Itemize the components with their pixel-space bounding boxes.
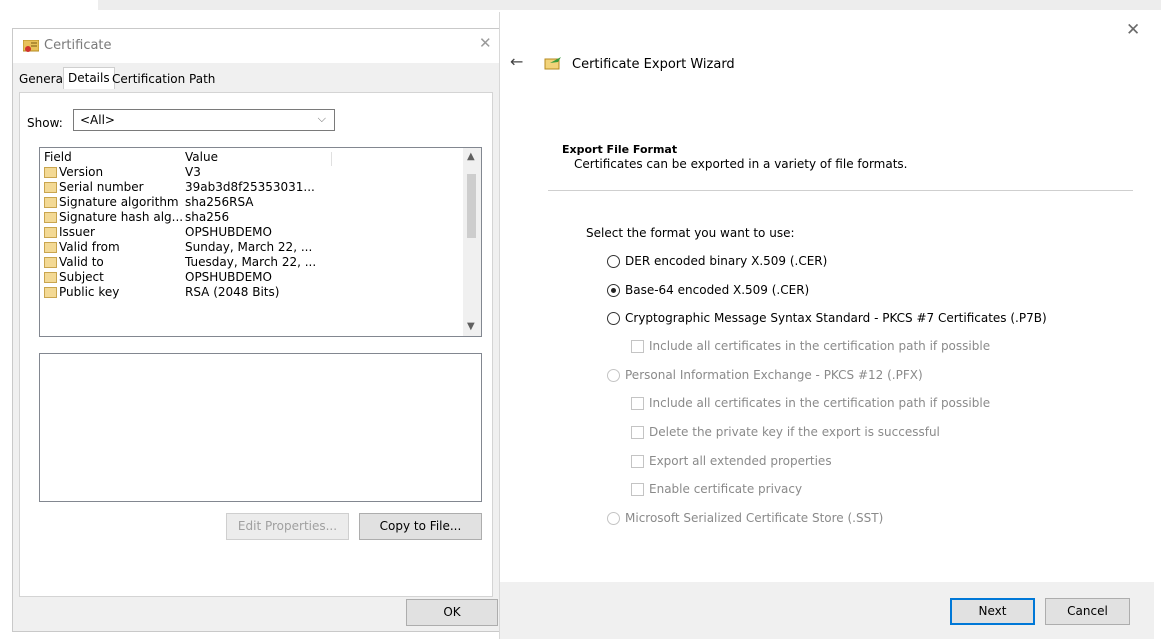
tab-general[interactable]: General bbox=[16, 70, 69, 88]
field-icon bbox=[44, 287, 57, 298]
option-pfx-label: Personal Information Exchange - PKCS #12… bbox=[625, 368, 923, 382]
field-icon bbox=[44, 257, 57, 268]
certificate-dialog: Certificate ✕ General Details Certificat… bbox=[12, 28, 500, 632]
radio-pfx bbox=[607, 369, 620, 382]
value-column-header[interactable]: Value bbox=[185, 150, 218, 164]
field-value: OPSHUBDEMO bbox=[185, 270, 272, 284]
field-icon bbox=[44, 197, 57, 208]
field-icon bbox=[44, 272, 57, 283]
option-pfx-privacy-label: Enable certificate privacy bbox=[649, 482, 803, 496]
certificate-titlebar: Certificate ✕ bbox=[13, 29, 499, 63]
wizard-footer: Next Cancel bbox=[500, 582, 1154, 639]
field-name: Public key bbox=[59, 285, 120, 299]
checkbox-pfx-delete-key bbox=[631, 426, 644, 439]
field-name: Signature algorithm bbox=[59, 195, 179, 209]
field-list-scrollbar[interactable]: ▲ ▼ bbox=[463, 148, 481, 336]
scroll-down-icon[interactable]: ▼ bbox=[467, 321, 475, 332]
export-wizard-icon bbox=[544, 57, 561, 70]
field-name: Valid from bbox=[59, 240, 120, 254]
edit-properties-button[interactable]: Edit Properties... bbox=[226, 513, 349, 540]
radio-pkcs7[interactable] bbox=[607, 312, 620, 325]
format-prompt: Select the format you want to use: bbox=[586, 226, 795, 240]
field-list-header: Field Value bbox=[40, 150, 462, 166]
checkbox-pfx-export-extended bbox=[631, 455, 644, 468]
scroll-thumb[interactable] bbox=[467, 174, 476, 238]
next-button[interactable]: Next bbox=[950, 598, 1035, 625]
field-value: 39ab3d8f25353031... bbox=[185, 180, 315, 194]
option-pkcs7-include-all-label: Include all certificates in the certific… bbox=[649, 339, 991, 353]
cancel-button[interactable]: Cancel bbox=[1045, 598, 1130, 625]
checkbox-pfx-privacy bbox=[631, 483, 644, 496]
field-value: V3 bbox=[185, 165, 201, 179]
show-label: Show: bbox=[27, 116, 63, 130]
table-row[interactable]: Serial number 39ab3d8f25353031... bbox=[40, 180, 462, 195]
option-base64-label[interactable]: Base-64 encoded X.509 (.CER) bbox=[625, 283, 809, 297]
option-der-label[interactable]: DER encoded binary X.509 (.CER) bbox=[625, 254, 827, 268]
close-icon[interactable]: ✕ bbox=[1126, 20, 1140, 40]
field-value: Sunday, March 22, ... bbox=[185, 240, 313, 254]
show-dropdown[interactable]: <All> ⌵ bbox=[73, 109, 335, 131]
table-row[interactable]: Signature algorithm sha256RSA bbox=[40, 195, 462, 210]
radio-der[interactable] bbox=[607, 255, 620, 268]
certificate-export-wizard: ✕ ← Certificate Export Wizard Export Fil… bbox=[499, 12, 1154, 639]
certificate-icon bbox=[23, 40, 39, 52]
tab-details[interactable]: Details bbox=[63, 67, 115, 89]
section-description: Certificates can be exported in a variet… bbox=[574, 157, 908, 171]
option-pkcs7-label[interactable]: Cryptographic Message Syntax Standard - … bbox=[625, 311, 1047, 325]
section-title: Export File Format bbox=[562, 143, 678, 156]
field-icon bbox=[44, 242, 57, 253]
field-icon bbox=[44, 227, 57, 238]
radio-base64[interactable] bbox=[607, 284, 620, 297]
table-row[interactable]: Valid to Tuesday, March 22, ... bbox=[40, 255, 462, 270]
background-strip bbox=[98, 0, 1161, 10]
field-name: Signature hash alg... bbox=[59, 210, 184, 224]
back-arrow-icon[interactable]: ← bbox=[510, 52, 523, 71]
certificate-title: Certificate bbox=[44, 38, 112, 53]
field-name: Serial number bbox=[59, 180, 144, 194]
section-divider bbox=[548, 190, 1133, 191]
table-row[interactable]: Subject OPSHUBDEMO bbox=[40, 270, 462, 285]
chevron-down-icon: ⌵ bbox=[317, 112, 326, 125]
copy-to-file-button[interactable]: Copy to File... bbox=[359, 513, 482, 540]
field-detail-box[interactable] bbox=[39, 353, 482, 502]
field-icon bbox=[44, 167, 57, 178]
table-row[interactable]: Issuer OPSHUBDEMO bbox=[40, 225, 462, 240]
checkbox-pkcs7-include-all bbox=[631, 340, 644, 353]
table-row[interactable]: Valid from Sunday, March 22, ... bbox=[40, 240, 462, 255]
field-column-header[interactable]: Field bbox=[44, 150, 72, 164]
field-value: sha256RSA bbox=[185, 195, 254, 209]
field-icon bbox=[44, 212, 57, 223]
radio-sst bbox=[607, 512, 620, 525]
field-icon bbox=[44, 182, 57, 193]
checkbox-pfx-include-all bbox=[631, 397, 644, 410]
field-value: sha256 bbox=[185, 210, 230, 224]
tab-bar: General Details Certification Path bbox=[13, 63, 499, 93]
option-pfx-delete-key-label: Delete the private key if the export is … bbox=[649, 425, 940, 439]
field-name: Valid to bbox=[59, 255, 104, 269]
field-value: RSA (2048 Bits) bbox=[185, 285, 280, 299]
ok-button[interactable]: OK bbox=[406, 599, 498, 626]
scroll-up-icon[interactable]: ▲ bbox=[467, 151, 475, 162]
option-pfx-export-extended-label: Export all extended properties bbox=[649, 454, 832, 468]
tab-certification-path[interactable]: Certification Path bbox=[109, 70, 218, 88]
column-divider[interactable] bbox=[331, 152, 332, 166]
field-value: OPSHUBDEMO bbox=[185, 225, 272, 239]
field-name: Subject bbox=[59, 270, 104, 284]
field-name: Version bbox=[59, 165, 104, 179]
table-row[interactable]: Version V3 bbox=[40, 165, 462, 180]
show-dropdown-value: <All> bbox=[80, 113, 115, 127]
field-list[interactable]: Field Value Version V3 Serial number 39a… bbox=[39, 147, 482, 337]
field-value: Tuesday, March 22, ... bbox=[185, 255, 317, 269]
field-name: Issuer bbox=[59, 225, 95, 239]
table-row[interactable]: Public key RSA (2048 Bits) bbox=[40, 285, 462, 300]
option-sst-label: Microsoft Serialized Certificate Store (… bbox=[625, 511, 884, 525]
wizard-title: Certificate Export Wizard bbox=[572, 57, 735, 72]
table-row[interactable]: Signature hash alg... sha256 bbox=[40, 210, 462, 225]
close-icon[interactable]: ✕ bbox=[479, 34, 492, 52]
option-pfx-include-all-label: Include all certificates in the certific… bbox=[649, 396, 991, 410]
